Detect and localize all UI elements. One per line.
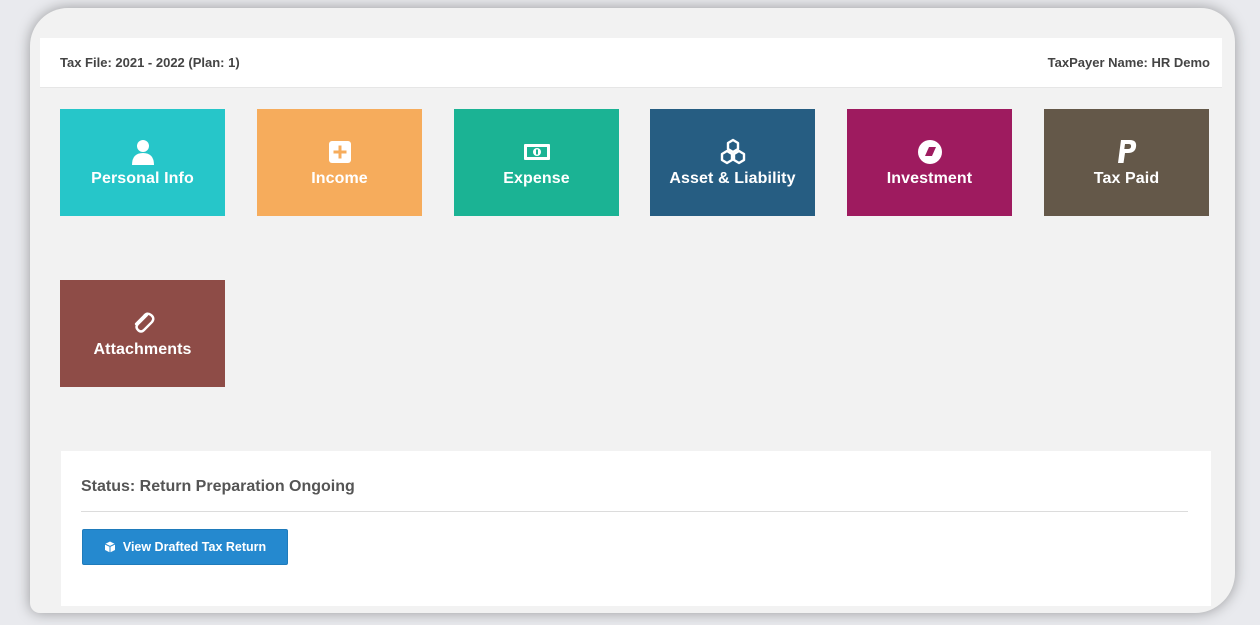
tile-label: Income <box>311 169 368 187</box>
cubes-icon <box>720 138 745 164</box>
tile-personal-info[interactable]: Personal Info <box>60 109 225 216</box>
paperclip-icon <box>134 312 154 333</box>
user-icon <box>131 139 154 165</box>
tax-file-header: Tax File: 2021 - 2022 (Plan: 1) TaxPayer… <box>40 38 1222 88</box>
tile-label: Expense <box>503 169 570 187</box>
tile-investment[interactable]: Investment <box>847 109 1012 216</box>
divider <box>81 511 1188 512</box>
paypal-icon <box>1117 139 1136 163</box>
tile-label: Tax Paid <box>1093 169 1160 187</box>
view-drafted-tax-return-button[interactable]: View Drafted Tax Return <box>82 529 288 565</box>
tile-attachments[interactable]: Attachments <box>60 280 225 387</box>
tax-file-panel: Tax File: 2021 - 2022 (Plan: 1) TaxPayer… <box>30 8 1235 613</box>
tile-label: Personal Info <box>91 169 194 187</box>
status-text: Status: Return Preparation Ongoing <box>81 478 355 495</box>
tile-tax-paid[interactable]: Tax Paid <box>1044 109 1209 216</box>
screenshot-frame: Tax File: 2021 - 2022 (Plan: 1) TaxPayer… <box>0 0 1260 625</box>
cube-icon <box>104 541 116 553</box>
status-panel: Status: Return Preparation Ongoing View … <box>61 451 1211 606</box>
investment-icon <box>917 139 942 164</box>
tile-label: Attachments <box>93 340 192 358</box>
tile-expense[interactable]: Expense <box>454 109 619 216</box>
view-drafted-tax-return-label: View Drafted Tax Return <box>122 540 267 554</box>
money-bill-icon <box>523 143 550 160</box>
tile-label: Asset & Liability <box>669 169 796 187</box>
tax-file-label: Tax File: 2021 - 2022 (Plan: 1) <box>60 55 240 70</box>
taxpayer-name: TaxPayer Name: HR Demo <box>1047 55 1210 70</box>
tile-income[interactable]: Income <box>257 109 422 216</box>
tile-asset-liability[interactable]: Asset & Liability <box>650 109 815 216</box>
tile-label: Investment <box>886 169 973 187</box>
plus-square-icon <box>328 140 351 163</box>
